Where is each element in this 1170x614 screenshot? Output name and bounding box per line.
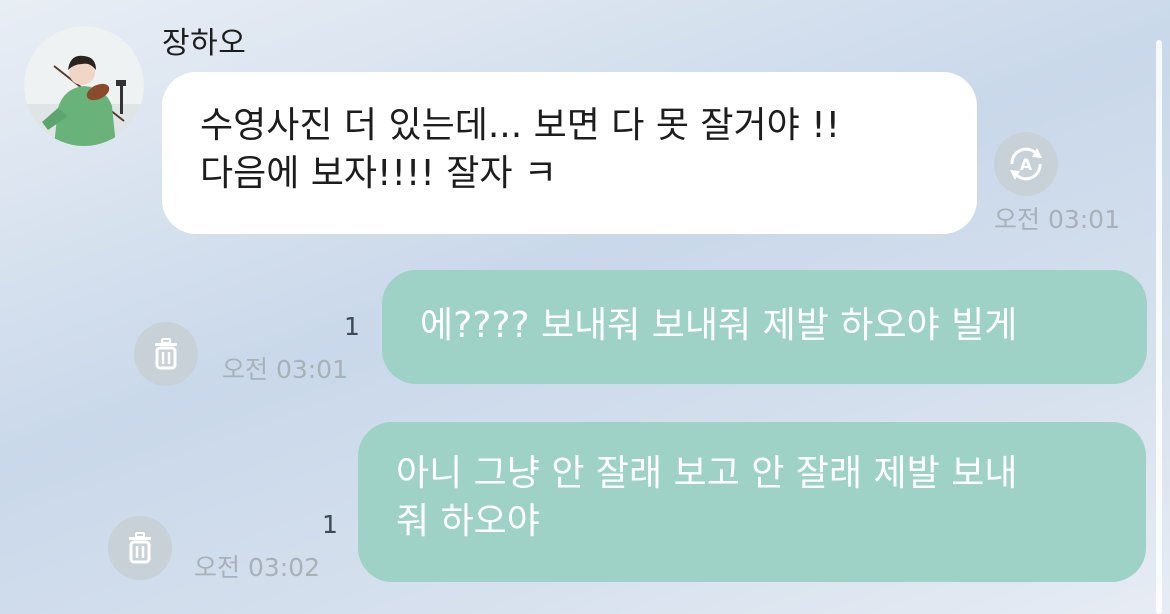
- svg-text:A: A: [1020, 155, 1033, 174]
- outgoing-message-bubble[interactable]: 아니 그냥 안 잘래 보고 안 잘래 제발 보내 줘 하오야: [358, 422, 1146, 582]
- delete-button[interactable]: [108, 516, 172, 580]
- translate-button[interactable]: A: [994, 132, 1058, 196]
- message-time: 오전 03:01: [222, 355, 348, 384]
- unread-count: 1: [344, 312, 360, 341]
- outgoing-message-bubble[interactable]: 에???? 보내줘 보내줘 제발 하오야 빌게: [382, 270, 1147, 384]
- avatar[interactable]: [24, 26, 144, 146]
- profile-photo-icon: [24, 26, 144, 146]
- trash-icon: [129, 532, 151, 564]
- incoming-message-bubble[interactable]: 수영사진 더 있는데... 보면 다 못 잘거야 !! 다음에 보자!!!! 잘…: [162, 72, 977, 234]
- trash-icon: [155, 338, 177, 370]
- translate-icon: A: [1010, 147, 1042, 181]
- scrollbar[interactable]: [1156, 40, 1162, 614]
- unread-count: 1: [322, 510, 338, 539]
- message-time: 오전 03:02: [194, 553, 320, 582]
- sender-name: 장하오: [162, 26, 247, 61]
- delete-button[interactable]: [134, 322, 198, 386]
- message-time: 오전 03:01: [994, 205, 1120, 234]
